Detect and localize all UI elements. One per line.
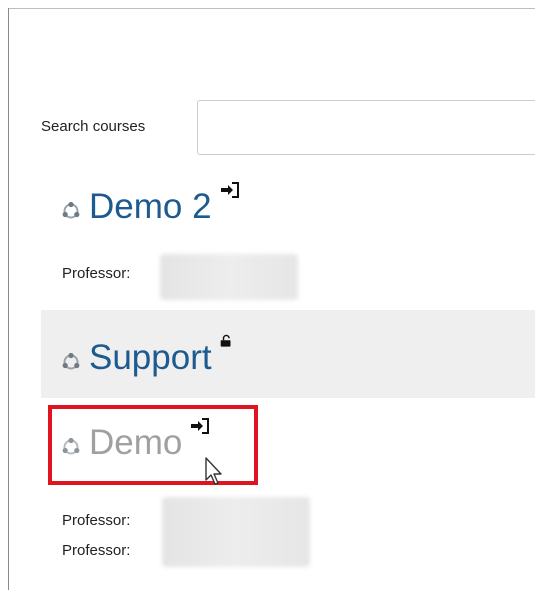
course-category-icon bbox=[62, 201, 80, 219]
course-teacher-label: Professor: bbox=[62, 265, 131, 282]
search-courses-input[interactable] bbox=[197, 100, 535, 155]
mouse-cursor-icon bbox=[205, 457, 222, 485]
course-category-icon bbox=[62, 352, 80, 370]
course-teacher-label: Professor: bbox=[62, 512, 131, 529]
course-link-demo-2[interactable]: Demo 2 bbox=[89, 187, 212, 227]
course-title-row: Demo 2 bbox=[61, 182, 240, 227]
frame-left-border bbox=[8, 8, 9, 590]
highlight-box bbox=[48, 405, 258, 485]
redacted-teacher-names bbox=[162, 497, 310, 567]
course-item-support: Support bbox=[41, 310, 535, 398]
redacted-teacher-name bbox=[160, 254, 298, 300]
course-title-row: Support bbox=[61, 334, 234, 378]
frame-top-border bbox=[8, 8, 535, 9]
course-teacher-label: Professor: bbox=[62, 542, 131, 559]
enrol-icon bbox=[220, 182, 239, 198]
unlocked-icon bbox=[220, 334, 231, 347]
search-courses-label: Search courses bbox=[41, 118, 146, 135]
course-link-support[interactable]: Support bbox=[89, 338, 212, 378]
